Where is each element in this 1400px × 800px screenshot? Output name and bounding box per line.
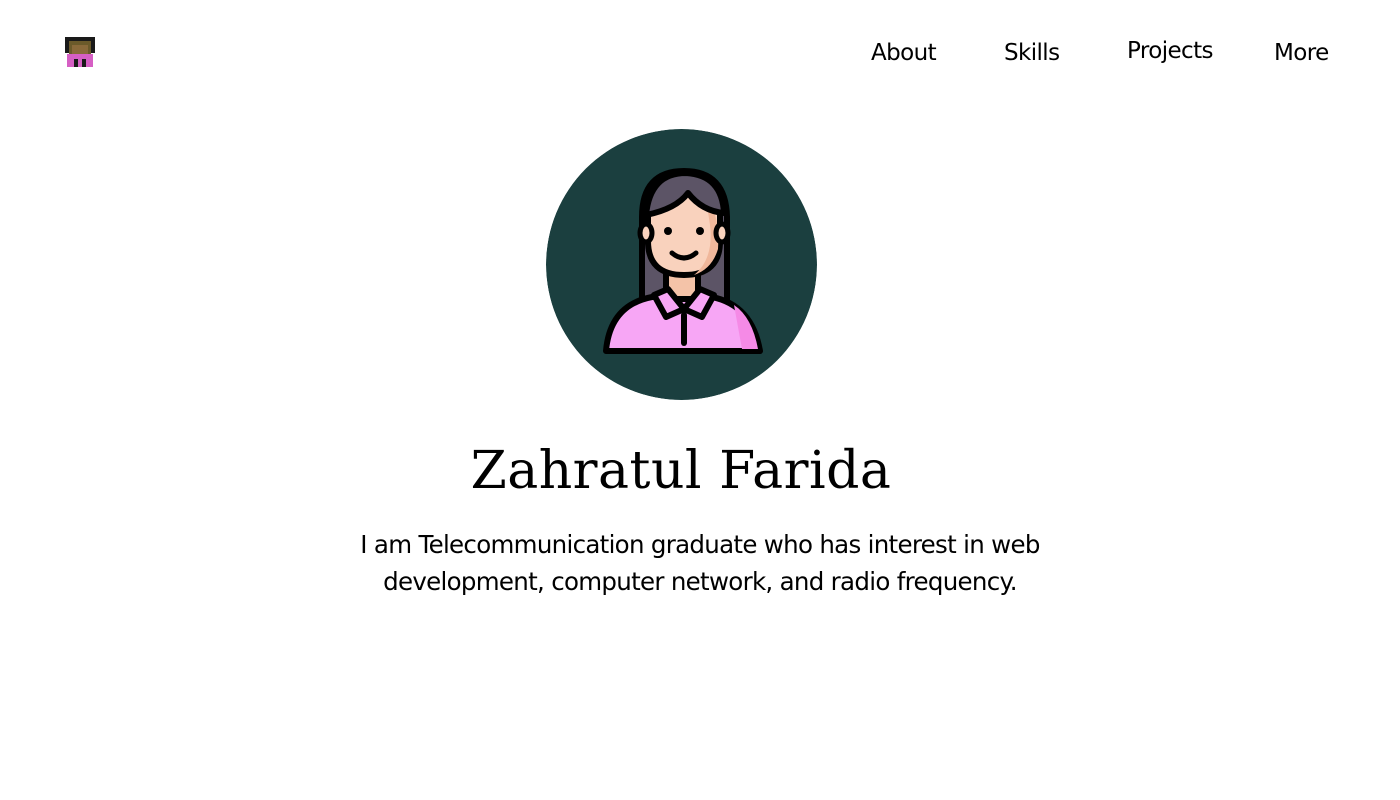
nav-projects-link[interactable]: Projects bbox=[1127, 40, 1213, 63]
nav-more-link[interactable]: More bbox=[1274, 42, 1329, 65]
profile-avatar bbox=[546, 129, 817, 400]
profile-bio: I am Telecommunication graduate who has … bbox=[360, 530, 1040, 596]
home-logo-link[interactable] bbox=[65, 37, 95, 67]
girl-avatar-pixel-icon bbox=[65, 37, 95, 67]
profile-name: Zahratul Farida bbox=[470, 441, 892, 501]
woman-avatar-icon bbox=[546, 129, 817, 400]
nav-skills-link[interactable]: Skills bbox=[1004, 42, 1060, 65]
nav-about-link[interactable]: About bbox=[871, 42, 937, 65]
top-navigation: About Skills Projects More bbox=[0, 0, 1400, 100]
